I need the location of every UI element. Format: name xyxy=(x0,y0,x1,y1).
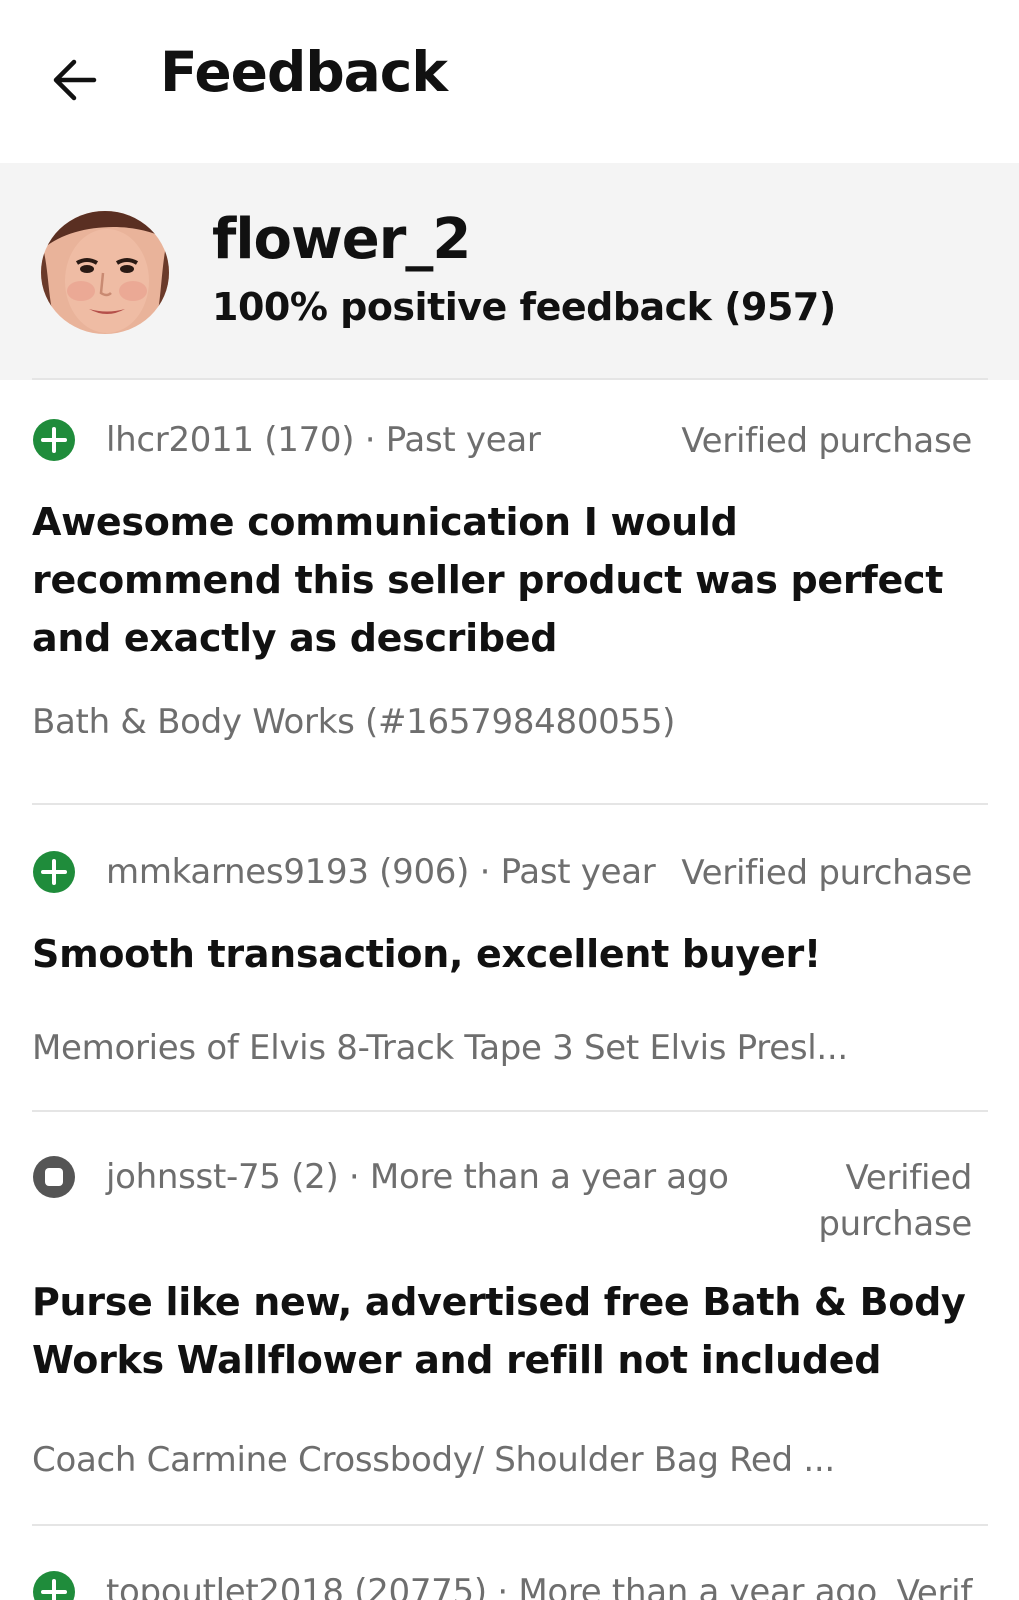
feedback-entry: lhcr2011 (170) · Past year Verified purc… xyxy=(32,418,988,798)
feedback-item-title[interactable]: Coach Carmine Crossbody/ Shoulder Bag Re… xyxy=(32,1440,972,1480)
plus-circle-icon xyxy=(33,1571,75,1600)
feedback-comment: Purse like new, advertised free Bath & B… xyxy=(32,1280,966,1382)
feedback-entry: johnsst-75 (2) · More than a year ago Ve… xyxy=(32,1155,988,1525)
page-title: Feedback xyxy=(160,40,448,104)
verified-purchase-label: Verified purchase xyxy=(681,421,972,461)
feedback-meta[interactable]: johnsst-75 (2) · More than a year ago xyxy=(106,1155,729,1199)
arrow-left-icon xyxy=(53,59,97,101)
feedback-score: 100% positive feedback (957) xyxy=(212,285,836,329)
feedback-item-title[interactable]: Memories of Elvis 8-Track Tape 3 Set Elv… xyxy=(32,1028,972,1068)
verified-purchase-label: Verified purchase xyxy=(818,1155,972,1247)
verified-purchase-label: Verified purchase xyxy=(681,853,972,893)
profile-summary: flower_2 100% positive feedback (957) xyxy=(0,163,1019,380)
divider xyxy=(32,1524,988,1526)
feedback-comment: Smooth transaction, excellent buyer! xyxy=(32,932,821,976)
divider xyxy=(32,378,988,380)
username[interactable]: flower_2 xyxy=(212,207,471,272)
feedback-comment: Awesome communication I would recommend … xyxy=(32,500,944,660)
minus-circle-icon xyxy=(33,1156,75,1198)
feedback-entry: topoutlet2018 (20775) · More than a year… xyxy=(32,1570,988,1600)
feedback-meta[interactable]: topoutlet2018 (20775) · More than a year… xyxy=(106,1570,877,1600)
feedback-entry: mmkarnes9193 (906) · Past year Verified … xyxy=(32,850,988,1090)
verified-label-line2: purchase xyxy=(818,1204,972,1244)
feedback-meta[interactable]: mmkarnes9193 (906) · Past year xyxy=(106,850,656,894)
back-button[interactable] xyxy=(40,46,108,114)
feedback-item-title[interactable]: Bath & Body Works (#165798480055) xyxy=(32,702,972,742)
plus-circle-icon xyxy=(33,851,75,893)
avatar-image xyxy=(41,211,169,334)
plus-circle-icon xyxy=(33,419,75,461)
divider xyxy=(32,1110,988,1112)
verified-label-line1: Verified xyxy=(845,1158,973,1198)
avatar[interactable] xyxy=(41,211,169,334)
top-bar: Feedback xyxy=(0,0,1019,163)
feedback-meta[interactable]: lhcr2011 (170) · Past year xyxy=(106,418,541,462)
divider xyxy=(32,803,988,805)
verified-purchase-label: Verif xyxy=(896,1573,973,1600)
